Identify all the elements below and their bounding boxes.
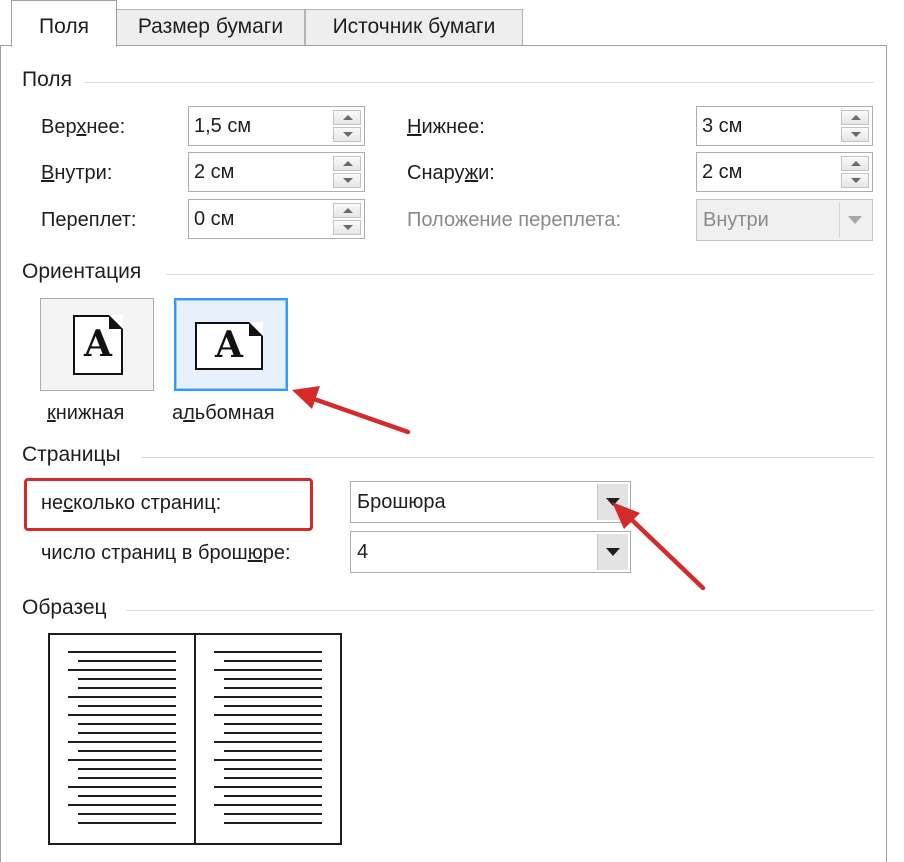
arrow-to-landscape <box>292 386 411 435</box>
tab-margins[interactable]: Поля <box>11 0 117 47</box>
annotation-arrows <box>292 386 706 591</box>
arrow-to-dropdown <box>612 502 706 591</box>
